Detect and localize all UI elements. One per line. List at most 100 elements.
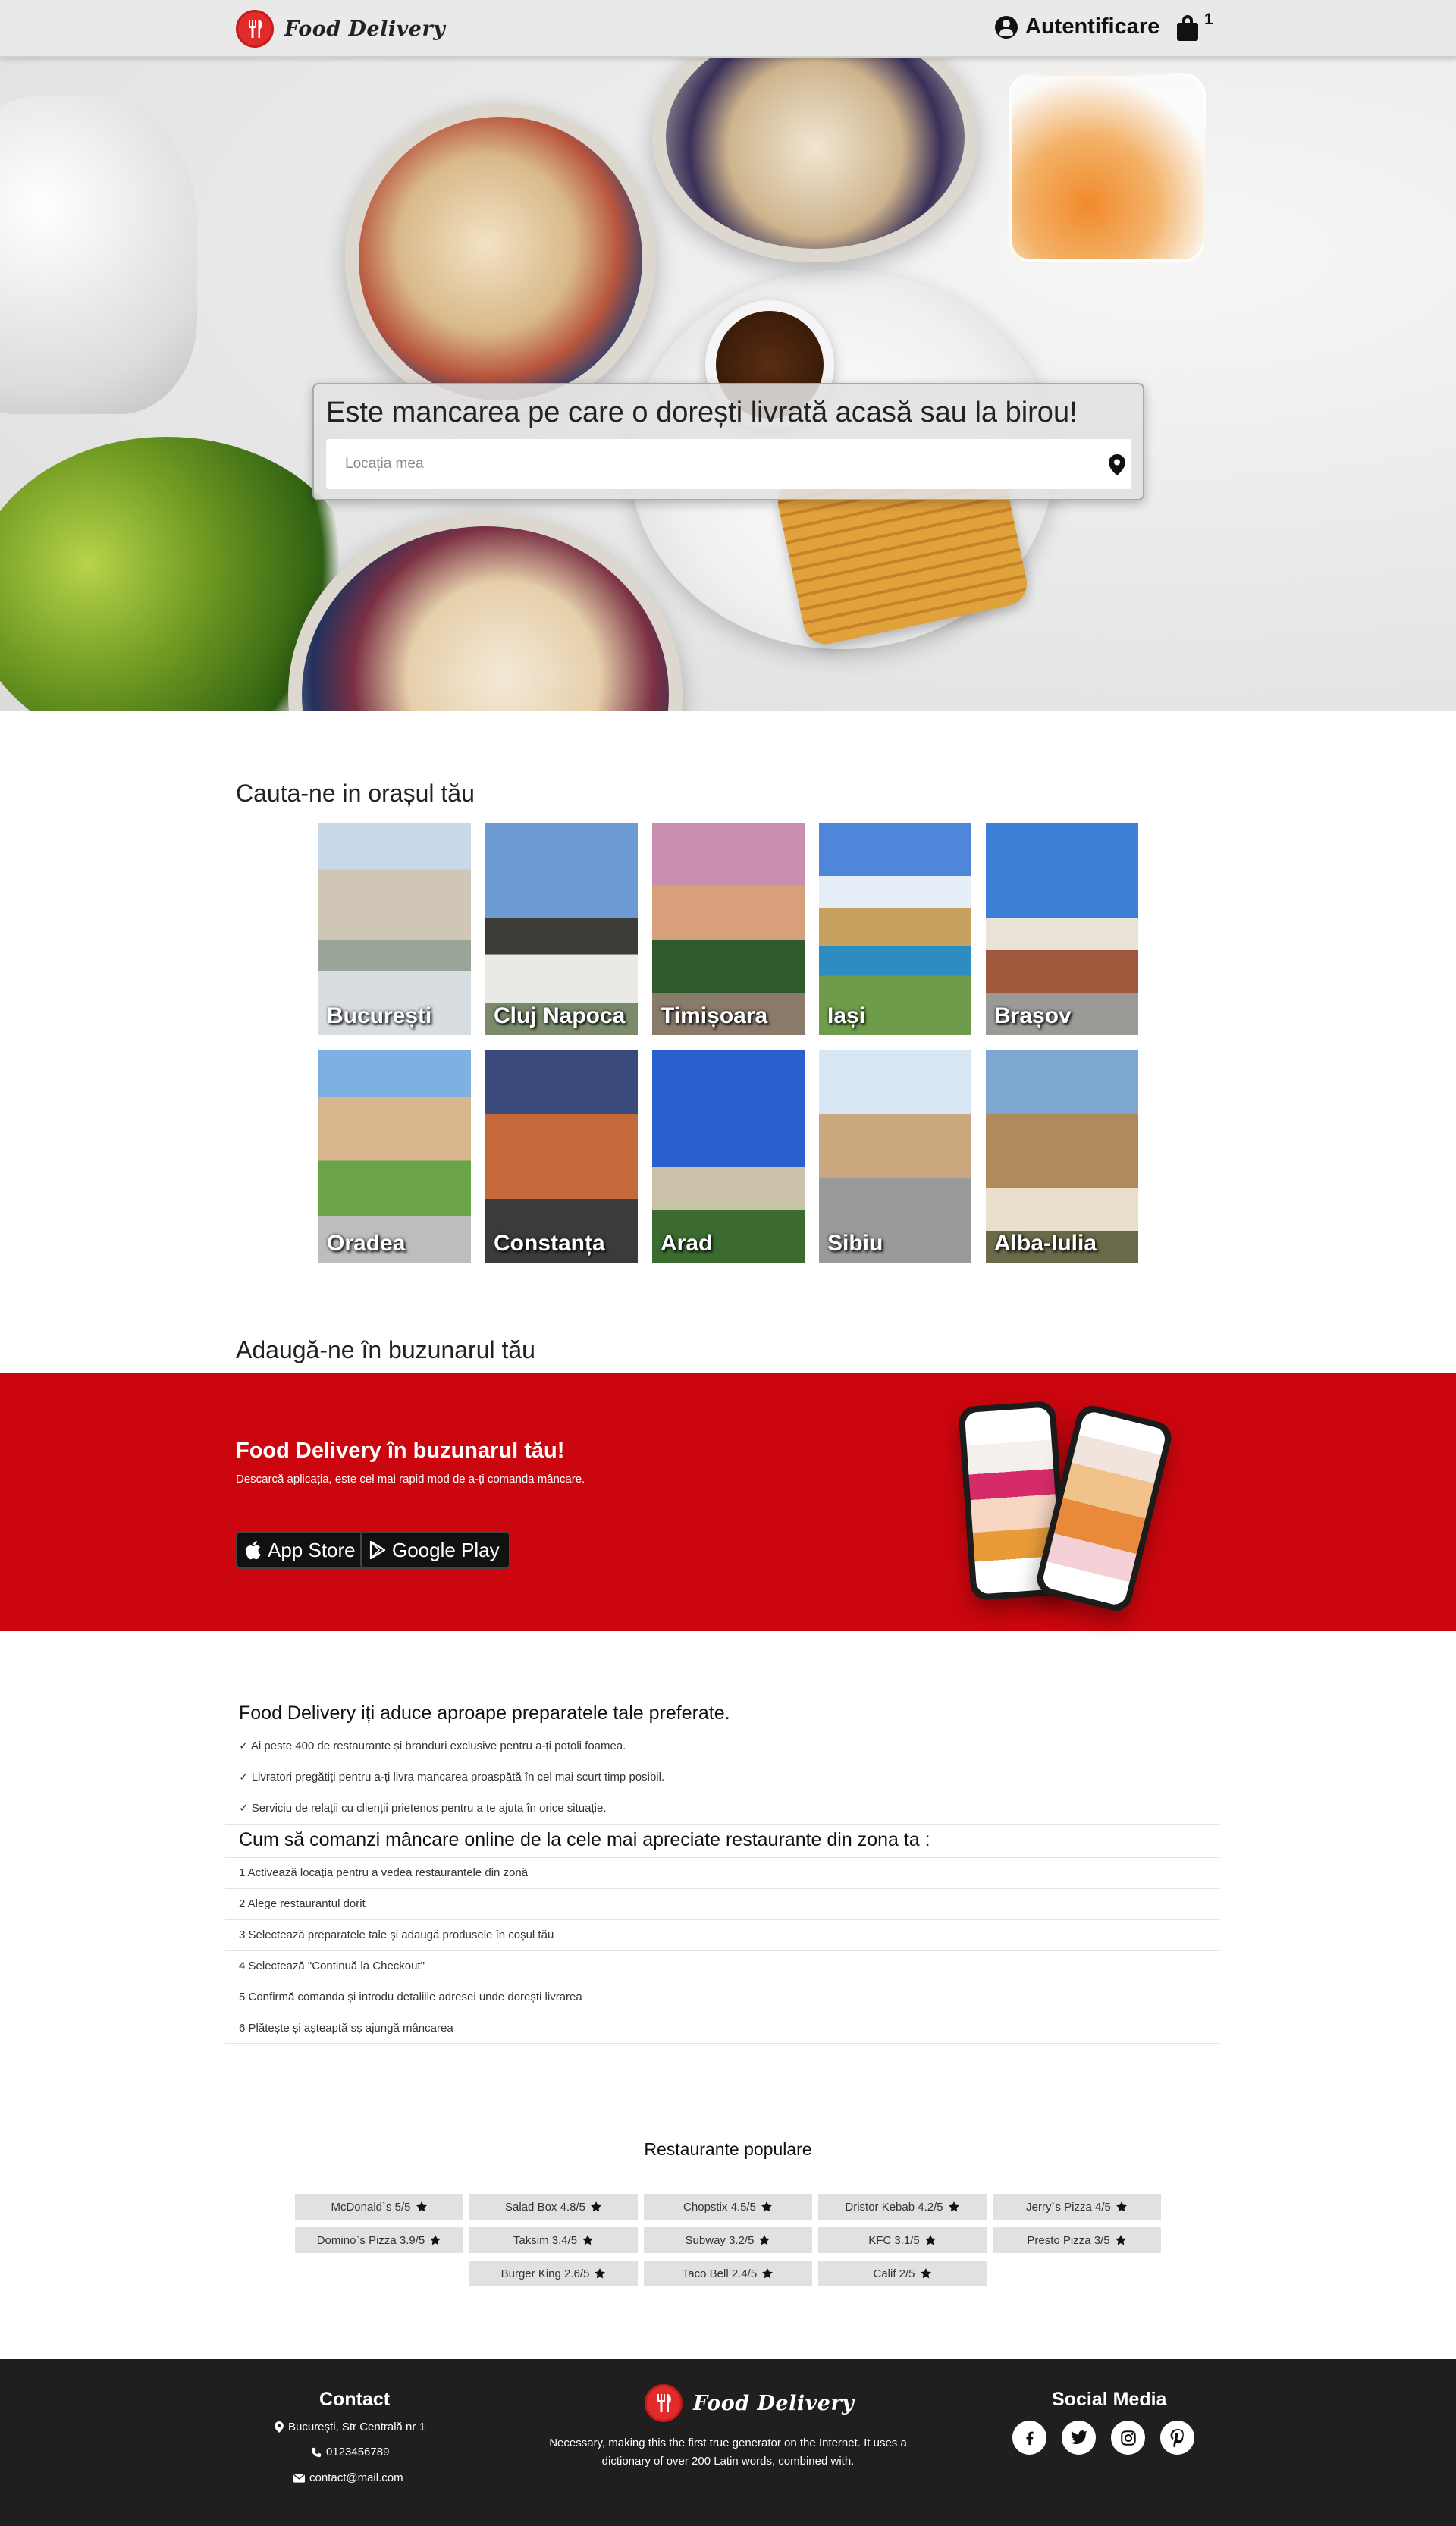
restaurant-tag[interactable]: Domino`s Pizza 3.9/5: [295, 2227, 463, 2253]
google-play-label: Google Play: [392, 1538, 500, 1561]
cities-section-title: Cauta-ne in orașul tău: [236, 780, 475, 807]
benefits-title: Food Delivery iți aduce aproape preparat…: [239, 1702, 730, 1724]
apple-icon: [246, 1541, 261, 1560]
star-icon: [759, 2235, 770, 2245]
footer-address: București, Str Centrală nr 1: [275, 2421, 425, 2433]
map-marker-icon: [275, 2421, 284, 2433]
restaurant-tag[interactable]: Jerry`s Pizza 4/5: [993, 2194, 1161, 2220]
hero-photo-bowl: [652, 58, 978, 262]
app-subtitle: Descarcă aplicația, este cel mai rapid m…: [236, 1473, 585, 1486]
step-item: 6 Plătește și așteaptă sș ajungă mâncare…: [225, 2013, 1219, 2044]
facebook-icon[interactable]: [1012, 2421, 1046, 2455]
city-name: București: [327, 1003, 432, 1028]
brand-logo[interactable]: Food Delivery: [236, 9, 445, 49]
app-phones-image: [957, 1396, 1207, 1624]
star-icon: [595, 2268, 606, 2279]
site-footer: Contact București, Str Centrală nr 1 012…: [0, 2359, 1456, 2526]
envelope-icon: [293, 2473, 305, 2483]
city-name: Alba-Iulia: [994, 1231, 1097, 1256]
pinterest-icon[interactable]: [1160, 2421, 1194, 2455]
star-icon: [920, 2268, 931, 2279]
location-search-box: [326, 439, 1131, 489]
twitter-icon[interactable]: [1062, 2421, 1096, 2455]
city-card[interactable]: Brașov: [986, 823, 1138, 1035]
restaurant-tag[interactable]: Presto Pizza 3/5: [993, 2227, 1161, 2253]
restaurant-tag[interactable]: Subway 3.2/5: [644, 2227, 812, 2253]
city-name: Sibiu: [827, 1231, 883, 1256]
star-icon: [761, 2201, 772, 2212]
city-card[interactable]: Sibiu: [819, 1050, 971, 1263]
restaurant-tag[interactable]: Salad Box 4.8/5: [469, 2194, 638, 2220]
city-name: Iași: [827, 1003, 866, 1028]
star-icon: [948, 2201, 959, 2212]
footer-address-text: București, Str Centrală nr 1: [288, 2421, 425, 2433]
logo-utensils-icon: [236, 10, 274, 48]
star-icon: [430, 2235, 441, 2245]
map-pin-icon[interactable]: [1109, 454, 1125, 475]
app-store-label: App Store: [268, 1538, 356, 1561]
google-play-button[interactable]: Google Play: [360, 1531, 510, 1569]
restaurant-tag-label: McDonald`s 5/5: [331, 2200, 411, 2214]
app-section-title: Adaugă-ne în buzunarul tău: [236, 1336, 535, 1363]
city-card[interactable]: Constanța: [485, 1050, 638, 1263]
popular-restaurants-title: Restaurante populare: [644, 2139, 812, 2159]
login-link[interactable]: Autentificare: [995, 14, 1159, 39]
city-card[interactable]: Arad: [652, 1050, 805, 1263]
restaurant-tag-label: Salad Box 4.8/5: [505, 2200, 585, 2214]
restaurant-tag[interactable]: Taksim 3.4/5: [469, 2227, 638, 2253]
city-card[interactable]: Cluj Napoca: [485, 823, 638, 1035]
instagram-icon[interactable]: [1111, 2421, 1145, 2455]
hero-banner: Este mancarea pe care o dorești livrată …: [0, 58, 1456, 711]
popular-restaurants-list: McDonald`s 5/5 Salad Box 4.8/5 Chopstix …: [295, 2194, 1161, 2300]
city-card[interactable]: Alba-Iulia: [986, 1050, 1138, 1263]
restaurant-tag-label: Presto Pizza 3/5: [1027, 2233, 1110, 2247]
hero-photo-bowl: [345, 103, 656, 414]
restaurant-tag-label: Calif 2/5: [873, 2267, 915, 2280]
hero-title: Este mancarea pe care o dorești livrată …: [326, 397, 1078, 428]
city-card[interactable]: Timișoara: [652, 823, 805, 1035]
brand-name: Food Delivery: [284, 17, 446, 41]
restaurant-tag[interactable]: Taco Bell 2.4/5: [644, 2261, 812, 2286]
restaurant-tag[interactable]: McDonald`s 5/5: [295, 2194, 463, 2220]
restaurant-tag-label: Taco Bell 2.4/5: [682, 2267, 758, 2280]
app-banner: Food Delivery în buzunarul tău! Descarcă…: [0, 1373, 1456, 1631]
cart-bag-icon[interactable]: [1177, 15, 1201, 41]
city-card[interactable]: Oradea: [318, 1050, 471, 1263]
city-card[interactable]: București: [318, 823, 471, 1035]
footer-email[interactable]: contact@mail.com: [293, 2471, 403, 2484]
footer-phone-text: 0123456789: [326, 2446, 390, 2459]
restaurant-tag-label: Chopstix 4.5/5: [683, 2200, 756, 2214]
star-icon: [1116, 2201, 1127, 2212]
restaurant-tag[interactable]: Burger King 2.6/5: [469, 2261, 638, 2286]
city-name: Brașov: [994, 1003, 1072, 1028]
city-name: Arad: [661, 1231, 713, 1256]
benefit-item: ✓ Ai peste 400 de restaurante și brandur…: [225, 1731, 1219, 1762]
star-icon: [416, 2201, 427, 2212]
location-input[interactable]: [326, 439, 1084, 489]
restaurant-tag-label: Domino`s Pizza 3.9/5: [316, 2233, 425, 2247]
city-name: Constanța: [494, 1231, 605, 1256]
restaurant-tag-label: Subway 3.2/5: [685, 2233, 755, 2247]
app-title: Food Delivery în buzunarul tău!: [236, 1439, 565, 1463]
phone-icon: [311, 2447, 322, 2457]
app-store-button[interactable]: App Store: [236, 1531, 366, 1569]
footer-phone[interactable]: 0123456789: [311, 2446, 389, 2459]
city-name: Cluj Napoca: [494, 1003, 626, 1028]
footer-contact-title: Contact: [319, 2389, 391, 2410]
restaurant-tag[interactable]: Chopstix 4.5/5: [644, 2194, 812, 2220]
step-item: 5 Confirmă comanda și introdu detaliile …: [225, 1982, 1219, 2013]
restaurant-tag[interactable]: Dristor Kebab 4.2/5: [818, 2194, 987, 2220]
location-search-card: Este mancarea pe care o dorești livrată …: [312, 383, 1144, 500]
city-card[interactable]: Iași: [819, 823, 971, 1035]
cart-count-badge: 1: [1204, 11, 1213, 28]
hero-photo-pitcher: [0, 96, 197, 414]
step-item: 3 Selectează preparatele tale și adaugă …: [225, 1919, 1219, 1950]
restaurant-tag[interactable]: Calif 2/5: [818, 2261, 987, 2286]
restaurant-tag[interactable]: KFC 3.1/5: [818, 2227, 987, 2253]
star-icon: [762, 2268, 774, 2279]
hero-photo-honey-jar: [1009, 73, 1206, 262]
login-label: Autentificare: [1025, 14, 1160, 39]
star-icon: [582, 2235, 594, 2245]
benefit-item: ✓ Livratori pregătiți pentru a-ți livra …: [225, 1762, 1219, 1793]
footer-brand[interactable]: Food Delivery: [645, 2384, 854, 2422]
